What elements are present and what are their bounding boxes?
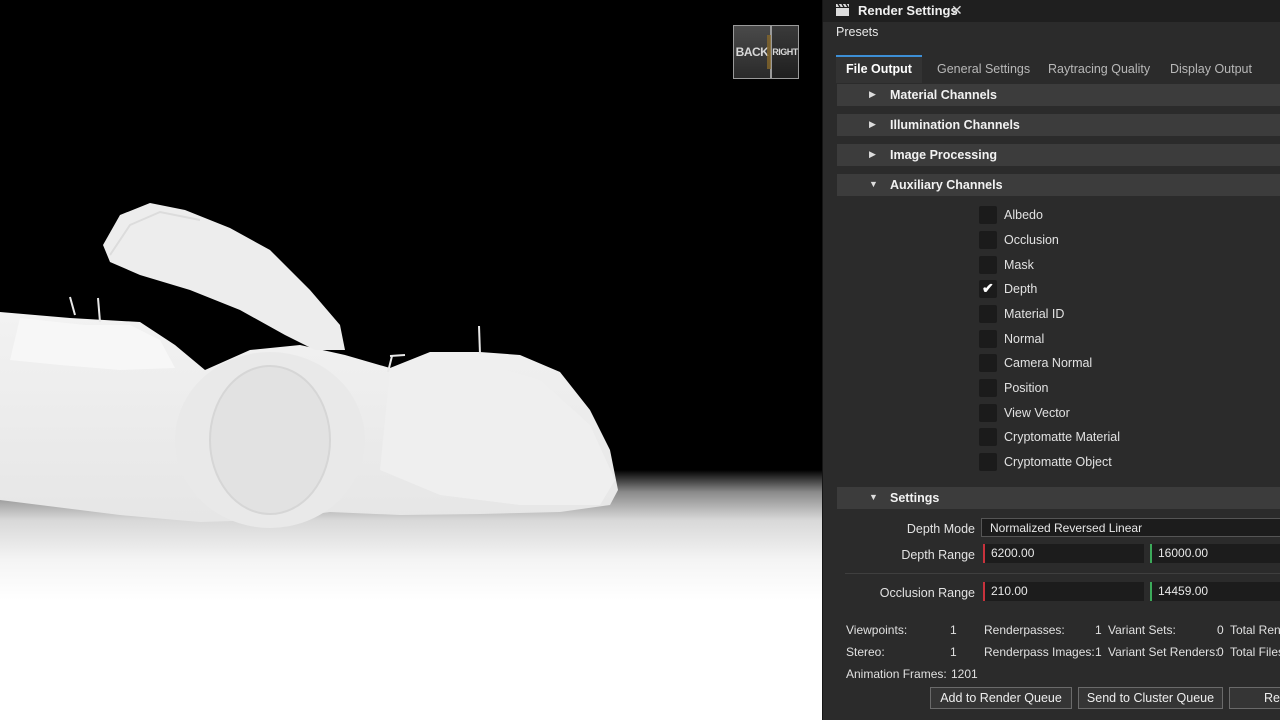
occlusion-range-max-input[interactable]: 14459.00 <box>1150 582 1280 601</box>
chevron-down-icon: ▼ <box>869 179 878 189</box>
animation-frames-value: 1201 <box>951 667 978 681</box>
total-renders-label: Total Rend <box>1230 623 1280 637</box>
chevron-down-icon: ▼ <box>869 492 878 502</box>
section-material-channels[interactable]: ▶ Material Channels <box>837 84 1280 106</box>
renderpasses-label: Renderpasses: <box>984 623 1065 637</box>
channel-label: Mask <box>1004 258 1034 272</box>
tab-raytracing-quality[interactable]: Raytracing Quality <box>1048 55 1150 83</box>
render-viewport[interactable]: BACK RIGHT <box>0 0 822 720</box>
total-files-label: Total Files <box>1230 645 1280 659</box>
channel-label: Cryptomatte Material <box>1004 430 1121 444</box>
section-auxiliary-channels[interactable]: ▼ Auxiliary Channels <box>837 174 1280 196</box>
mask-checkbox[interactable] <box>979 256 997 274</box>
renderpass-images-label: Renderpass Images: <box>984 645 1095 659</box>
channel-label: Camera Normal <box>1004 356 1093 370</box>
chevron-right-icon: ▶ <box>869 119 876 129</box>
navcube-back-face[interactable]: BACK <box>733 25 771 79</box>
stereo-label: Stereo: <box>846 645 885 659</box>
section-label: Material Channels <box>890 88 997 102</box>
depth-range-min-input[interactable]: 6200.00 <box>983 544 1144 563</box>
position-checkbox[interactable] <box>979 379 997 397</box>
close-icon[interactable]: ✕ <box>951 2 963 19</box>
view-vector-checkbox[interactable] <box>979 404 997 422</box>
section-label: Image Processing <box>890 148 997 162</box>
divider <box>845 573 1280 574</box>
channel-label: Depth <box>1004 282 1038 296</box>
section-label: Illumination Channels <box>890 118 1020 132</box>
depth-mode-select[interactable]: Normalized Reversed Linear <box>981 518 1280 537</box>
panel-titlebar[interactable]: Render Settings ✕ <box>823 0 1280 22</box>
panel-title: Render Settings <box>858 3 958 18</box>
section-label: Auxiliary Channels <box>890 178 1003 192</box>
section-settings[interactable]: ▼ Settings <box>837 487 1280 509</box>
variant-set-renders-label: Variant Set Renders: <box>1108 645 1219 659</box>
camera-normal-checkbox[interactable] <box>979 354 997 372</box>
chevron-right-icon: ▶ <box>869 89 876 99</box>
presets-menu[interactable]: Presets <box>836 25 878 39</box>
section-image-processing[interactable]: ▶ Image Processing <box>837 144 1280 166</box>
navcube-right-face[interactable]: RIGHT <box>771 25 799 79</box>
depth-checkbox[interactable]: ✔ <box>979 280 997 298</box>
normal-checkbox[interactable] <box>979 330 997 348</box>
variant-set-renders-value: 0 <box>1217 645 1224 659</box>
channel-label: Cryptomatte Object <box>1004 455 1112 469</box>
occlusion-range-label: Occlusion Range <box>879 586 975 600</box>
cryptomatte-material-checkbox[interactable] <box>979 428 997 446</box>
occlusion-checkbox[interactable] <box>979 231 997 249</box>
viewpoints-label: Viewpoints: <box>846 623 908 637</box>
add-to-render-queue-button[interactable]: Add to Render Queue <box>930 687 1072 709</box>
tab-display-output[interactable]: Display Output <box>1170 55 1252 83</box>
channel-label: Albedo <box>1004 208 1043 222</box>
depth-range-label: Depth Range <box>901 548 975 562</box>
depth-mode-label: Depth Mode <box>906 522 975 536</box>
send-to-cluster-queue-button[interactable]: Send to Cluster Queue <box>1078 687 1223 709</box>
variant-sets-value: 0 <box>1217 623 1224 637</box>
clapperboard-icon <box>835 3 850 18</box>
channel-label: View Vector <box>1004 406 1070 420</box>
tab-general-settings[interactable]: General Settings <box>937 55 1030 83</box>
animation-frames-label: Animation Frames: <box>846 667 947 681</box>
checkmark-icon: ✔ <box>982 280 994 296</box>
section-label: Settings <box>890 491 940 505</box>
render-button[interactable]: Ren <box>1229 687 1280 709</box>
section-illumination-channels[interactable]: ▶ Illumination Channels <box>837 114 1280 136</box>
channel-label: Occlusion <box>1004 233 1059 247</box>
viewpoints-value: 1 <box>950 623 957 637</box>
car-depth-render <box>0 203 618 528</box>
channel-label: Material ID <box>1004 307 1065 321</box>
tab-file-output[interactable]: File Output <box>836 55 922 83</box>
stereo-value: 1 <box>950 645 957 659</box>
renderpass-images-value: 1 <box>1095 645 1102 659</box>
chevron-right-icon: ▶ <box>869 149 876 159</box>
variant-sets-label: Variant Sets: <box>1108 623 1176 637</box>
navigation-cube[interactable]: BACK RIGHT <box>733 25 799 79</box>
cryptomatte-object-checkbox[interactable] <box>979 453 997 471</box>
depth-range-max-input[interactable]: 16000.00 <box>1150 544 1280 563</box>
occlusion-range-min-input[interactable]: 210.00 <box>983 582 1144 601</box>
channel-label: Normal <box>1004 332 1045 346</box>
render-settings-panel: Render Settings ✕ Presets File Output Ge… <box>822 0 1280 720</box>
material-id-checkbox[interactable] <box>979 305 997 323</box>
albedo-checkbox[interactable] <box>979 206 997 224</box>
renderpasses-value: 1 <box>1095 623 1102 637</box>
channel-label: Position <box>1004 381 1049 395</box>
